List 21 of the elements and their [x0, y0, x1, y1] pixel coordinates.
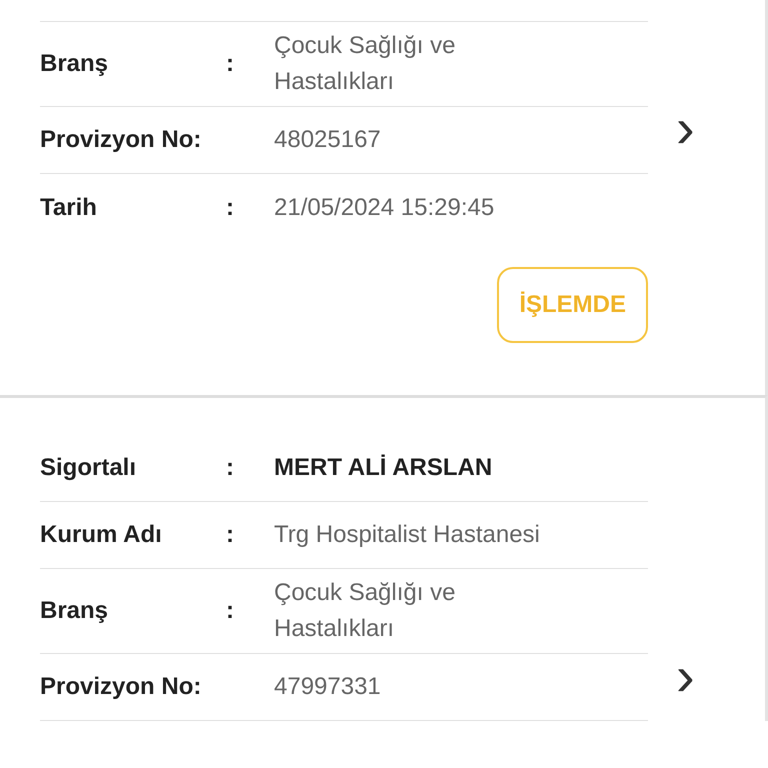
field-value: Çocuk Sağlığı ve Hastalıkları: [274, 578, 456, 644]
field-value: 48025167: [274, 125, 381, 155]
field-value: Çocuk Sağlığı ve Hastalıkları: [274, 31, 456, 97]
chevron-button[interactable]: ›: [676, 648, 695, 704]
field-value: 21/05/2024 15:29:45: [274, 192, 494, 222]
colon: :: [226, 49, 235, 79]
field-label: Sigortalı: [40, 453, 138, 483]
field-label: Provizyon No:: [40, 125, 202, 155]
colon: :: [226, 192, 235, 222]
field-label: Branş: [40, 596, 110, 626]
field-label: Provizyon No:: [40, 672, 202, 702]
colon: :: [226, 596, 235, 626]
field-value: 47997331: [274, 672, 381, 702]
field-value: Trg Hospitalist Hastanesi: [274, 520, 540, 550]
colon: :: [226, 520, 235, 550]
colon: :: [226, 453, 235, 483]
chevron-button[interactable]: ›: [676, 100, 695, 156]
field-label: Tarih: [40, 192, 98, 222]
field-label: Kurum Adı: [40, 520, 163, 550]
field-value: MERT ALİ ARSLAN: [274, 453, 492, 483]
field-label: Branş: [40, 49, 110, 79]
